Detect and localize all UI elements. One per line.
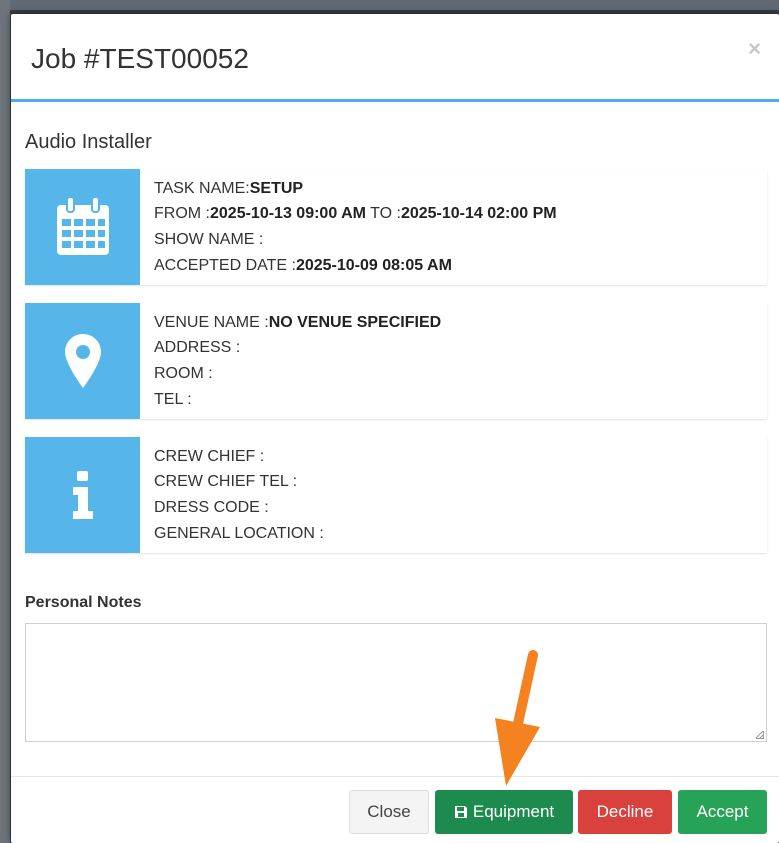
- equipment-label: Equipment: [472, 802, 555, 821]
- tel-row: TEL :: [154, 390, 192, 408]
- accept-button[interactable]: Accept: [678, 790, 767, 834]
- close-button[interactable]: Close: [349, 790, 429, 834]
- dress-code-row: DRESS CODE :: [154, 499, 269, 516]
- backdrop-left-strip: [0, 0, 10, 843]
- from-to-row: FROM :2025-10-13 09:00 AM TO :2025-10-14…: [154, 205, 557, 223]
- crew-chief-tel-row: CREW CHIEF TEL :: [154, 473, 298, 491]
- job-modal: Job #TEST00052 × Audio Installer TASK NA…: [11, 14, 779, 843]
- task-name-row: TASK NAME:SETUP: [154, 179, 304, 197]
- map-marker-icon: [25, 303, 140, 419]
- modal-header: Job #TEST00052 ×: [11, 14, 779, 102]
- section-title: Audio Installer: [25, 131, 152, 153]
- save-icon: [454, 806, 467, 818]
- crew-info-card: CREW CHIEF : CREW CHIEF TEL : DRESS CODE…: [25, 437, 767, 553]
- to-value: 2025-10-14 02:00 PM: [400, 205, 557, 223]
- room-row: ROOM :: [154, 365, 213, 382]
- show-name-row: SHOW NAME :: [154, 231, 264, 248]
- crew-chief-row: CREW CHIEF :: [154, 447, 265, 465]
- calendar-icon: [25, 169, 140, 285]
- accepted-date-row: ACCEPTED DATE :2025-10-09 08:05 AM: [154, 256, 452, 274]
- accepted-date-value: 2025-10-09 08:05 AM: [295, 256, 452, 274]
- venue-name-row: VENUE NAME :NO VENUE SPECIFIED: [154, 313, 442, 331]
- resize-grip-icon[interactable]: [755, 730, 764, 739]
- backdrop-top-strip: [0, 0, 779, 10]
- venue-name-value: NO VENUE SPECIFIED: [268, 313, 442, 331]
- address-row: ADDRESS :: [154, 339, 241, 357]
- notes-wrapper: [25, 623, 767, 742]
- general-location-row: GENERAL LOCATION :: [154, 524, 324, 542]
- venue-info-card: VENUE NAME :NO VENUE SPECIFIED ADDRESS :…: [25, 303, 767, 419]
- task-info-card: TASK NAME:SETUP FROM :2025-10-13 09:00 A…: [25, 169, 767, 285]
- modal-title: Job #TEST00052: [31, 43, 249, 74]
- from-value: 2025-10-13 09:00 AM: [210, 205, 366, 223]
- personal-notes-label: Personal Notes: [25, 594, 142, 611]
- venue-info-body: VENUE NAME :NO VENUE SPECIFIED ADDRESS :…: [140, 303, 455, 419]
- personal-notes-input[interactable]: [25, 623, 767, 742]
- close-icon[interactable]: ×: [748, 36, 761, 62]
- crew-info-body: CREW CHIEF : CREW CHIEF TEL : DRESS CODE…: [140, 437, 338, 553]
- modal-footer: Close Equipment Decline Accept: [11, 776, 779, 843]
- decline-button[interactable]: Decline: [578, 790, 672, 834]
- info-icon: [25, 437, 140, 553]
- task-name-value: SETUP: [249, 179, 304, 197]
- equipment-button[interactable]: Equipment: [435, 790, 573, 834]
- task-info-body: TASK NAME:SETUP FROM :2025-10-13 09:00 A…: [140, 169, 571, 285]
